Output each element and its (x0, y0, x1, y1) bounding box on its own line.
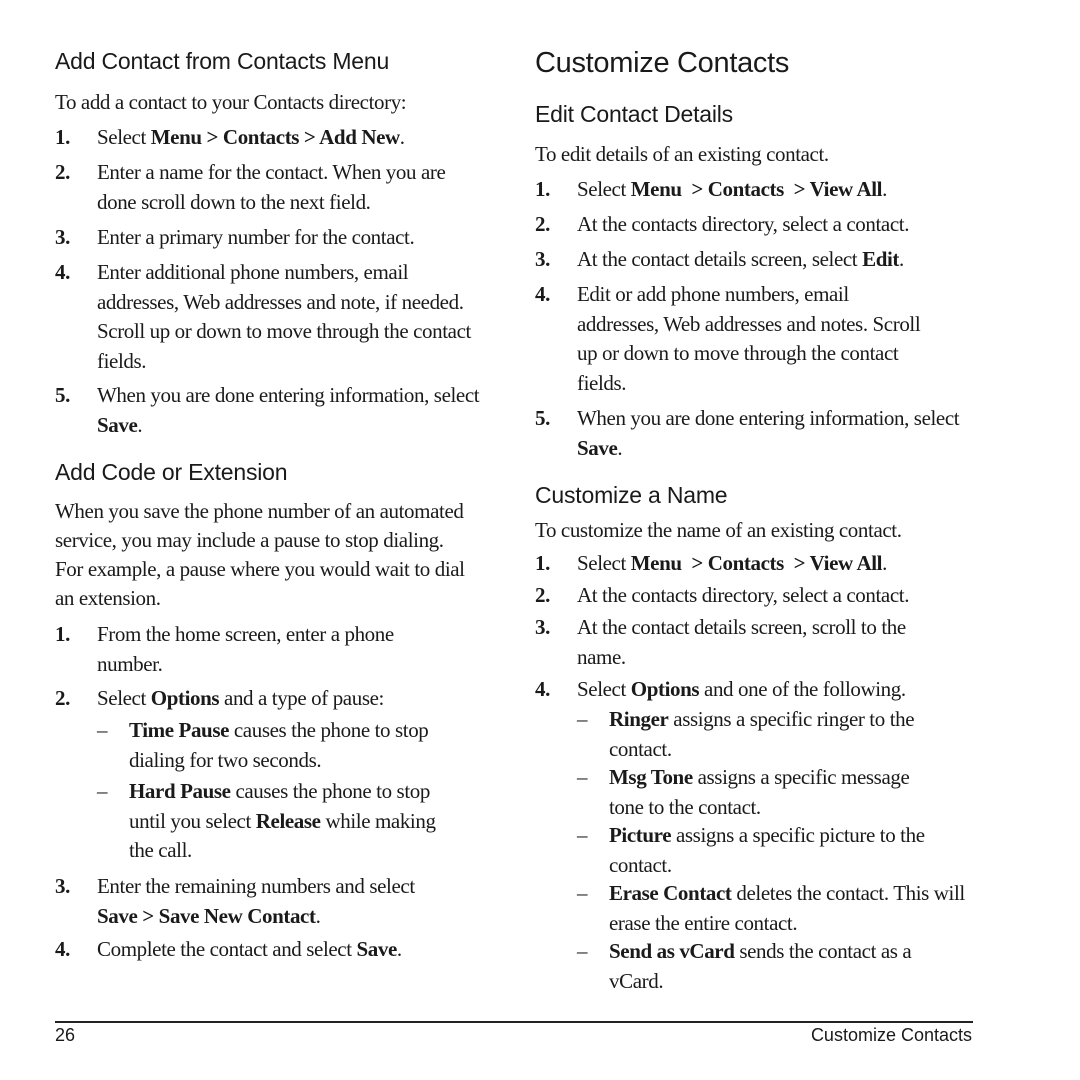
sub-item: – Send as vCard sends the contact as a v… (577, 939, 912, 993)
menu-path: Menu > Contacts > View All (630, 177, 883, 201)
section-intro: To add a contact to your Contacts direct… (55, 90, 407, 114)
save-label: Save (97, 412, 138, 437)
step-number: 2. (55, 686, 70, 710)
step-number: 2. (535, 212, 550, 236)
footer-section-title: Customize Contacts (810, 1025, 972, 1045)
step-number: 1. (55, 125, 70, 149)
step-number: 3. (55, 874, 70, 898)
dash-bullet: – (97, 718, 108, 742)
options-label: Options (150, 686, 220, 710)
step-item: 3. At the contact details screen, scroll… (535, 615, 906, 669)
step-number: 5. (535, 406, 550, 430)
section-heading-add-code: Add Code or Extension (55, 459, 288, 485)
sub-item: – Picture assigns a specific picture to … (577, 823, 925, 877)
step-item: 4. Edit or add phone numbers, email addr… (535, 282, 921, 395)
options-label: Options (630, 677, 700, 701)
step-number: 3. (535, 615, 550, 639)
save-label: Save (577, 435, 618, 460)
section-heading-edit-details: Edit Contact Details (535, 101, 733, 127)
dash-bullet: – (577, 707, 588, 731)
step-number: 4. (55, 260, 70, 284)
step-item: 2. Enter a name for the contact. When yo… (55, 160, 446, 214)
dash-bullet: – (577, 823, 588, 847)
sub-item: – Time Pause causes the phone to stop di… (97, 718, 429, 772)
step-item: 1. Select Menu > Contacts > Add New. (55, 123, 485, 153)
step-item: 5. When you are done entering informatio… (55, 383, 480, 437)
step-item: 5. When you are done entering informatio… (535, 406, 960, 460)
step-number: 2. (55, 160, 70, 184)
step-number: 3. (55, 225, 70, 249)
step-number: 3. (535, 247, 550, 271)
step-item: 4. Enter additional phone numbers, email… (55, 260, 471, 373)
sub-item: – Ringer assigns a specific ringer to th… (577, 707, 915, 761)
step-item: 1. Select Menu > Contacts > View All. (535, 549, 975, 579)
dash-bullet: – (97, 779, 108, 803)
dash-bullet: – (577, 939, 588, 963)
step-item: 4. Complete the contact and select Save. (55, 935, 485, 965)
step-number: 4. (535, 282, 550, 306)
step-item: 2. At the contacts directory, select a c… (535, 210, 975, 240)
dash-bullet: – (577, 881, 588, 905)
dash-bullet: – (577, 765, 588, 789)
step-number: 2. (535, 583, 550, 607)
step-item: 2. Select Options and a type of pause: (55, 684, 485, 714)
section-intro: When you save the phone number of an aut… (55, 499, 465, 610)
page-title: Customize Contacts (535, 47, 790, 79)
step-number: 1. (55, 622, 70, 646)
sub-item: – Hard Pause causes the phone to stop un… (97, 779, 436, 862)
section-intro: To edit details of an existing contact. (535, 142, 829, 166)
section-heading-add-contact: Add Contact from Contacts Menu (55, 48, 390, 74)
step-number: 1. (535, 177, 550, 201)
section-heading-customize-name: Customize a Name (535, 482, 728, 508)
step-number: 1. (535, 551, 550, 575)
menu-path: Menu > Contacts > Add New (150, 125, 400, 149)
step-item: 3. Enter the remaining numbers and selec… (55, 874, 415, 928)
step-item: 3. At the contact details screen, select… (535, 245, 975, 275)
page-number: 26 (55, 1025, 76, 1045)
edit-label: Edit (862, 247, 900, 271)
sub-item: – Msg Tone assigns a specific message to… (577, 765, 910, 819)
step-item: 4. Select Options and one of the followi… (535, 675, 975, 705)
step-item: 3. Enter a primary number for the contac… (55, 223, 485, 253)
sub-item: – Erase Contact deletes the contact. Thi… (577, 881, 965, 935)
footer-divider (55, 1021, 973, 1023)
menu-path: Menu > Contacts > View All (630, 551, 883, 575)
step-number: 4. (55, 937, 70, 961)
section-intro: To customize the name of an existing con… (535, 518, 902, 542)
step-item: 1. From the home screen, enter a phone n… (55, 622, 394, 676)
step-item: 1. Select Menu > Contacts > View All. (535, 175, 975, 205)
step-number: 5. (55, 383, 70, 407)
step-number: 4. (535, 677, 550, 701)
step-item: 2. At the contacts directory, select a c… (535, 581, 975, 611)
